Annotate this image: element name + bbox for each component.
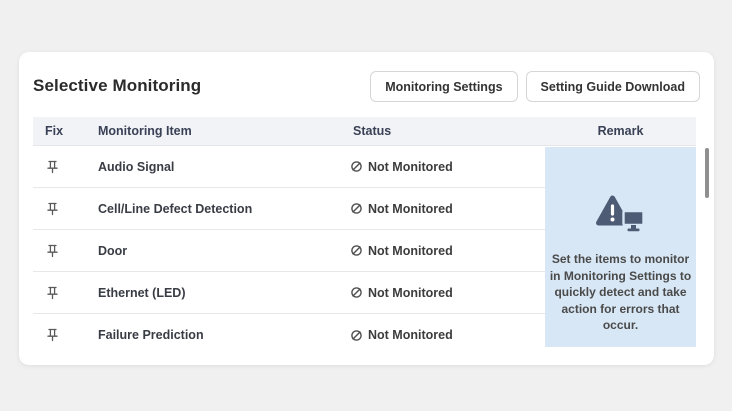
selective-monitoring-card: Selective Monitoring Monitoring Settings… xyxy=(19,52,714,365)
push-pin-icon[interactable] xyxy=(44,285,60,301)
status-label: Not Monitored xyxy=(368,286,453,300)
not-monitored-icon xyxy=(350,244,363,257)
not-monitored-icon xyxy=(350,286,363,299)
push-pin-icon[interactable] xyxy=(44,243,60,259)
table-row: Cell/Line Defect Detection Not Monitored xyxy=(33,188,545,230)
table-row: Door Not Monitored xyxy=(33,230,545,272)
monitoring-item-label: Cell/Line Defect Detection xyxy=(98,202,252,216)
table-header-row: Fix Monitoring Item Status Remark xyxy=(33,117,696,146)
warning-monitor-icon xyxy=(595,194,647,245)
status-label: Not Monitored xyxy=(368,202,453,216)
table-row: Failure Prediction Not Monitored xyxy=(33,314,545,356)
not-monitored-icon xyxy=(350,329,363,342)
scrollbar-thumb[interactable] xyxy=(705,148,709,198)
column-header-fix: Fix xyxy=(45,117,63,146)
remark-panel: Set the items to monitor in Monitoring S… xyxy=(545,147,696,347)
table-row: Audio Signal Not Monitored xyxy=(33,146,545,188)
setting-guide-download-button[interactable]: Setting Guide Download xyxy=(526,71,700,102)
not-monitored-icon xyxy=(350,202,363,215)
column-header-status: Status xyxy=(353,117,391,146)
monitoring-table: Fix Monitoring Item Status Remark Audio … xyxy=(33,117,696,356)
monitoring-item-label: Ethernet (LED) xyxy=(98,286,186,300)
push-pin-icon[interactable] xyxy=(44,159,60,175)
monitoring-item-label: Door xyxy=(98,244,127,258)
table-row: Ethernet (LED) Not Monitored xyxy=(33,272,545,314)
page-title: Selective Monitoring xyxy=(33,76,201,96)
toolbar: Monitoring Settings Setting Guide Downlo… xyxy=(370,71,700,102)
monitoring-settings-button[interactable]: Monitoring Settings xyxy=(370,71,517,102)
remark-text: Set the items to monitor in Monitoring S… xyxy=(549,251,692,334)
column-header-remark: Remark xyxy=(545,117,696,146)
not-monitored-icon xyxy=(350,160,363,173)
status-label: Not Monitored xyxy=(368,160,453,174)
status-label: Not Monitored xyxy=(368,244,453,258)
column-header-item: Monitoring Item xyxy=(98,117,192,146)
table-body: Audio Signal Not Monitored Cell/Line Def… xyxy=(33,146,545,356)
monitoring-item-label: Failure Prediction xyxy=(98,328,204,342)
status-label: Not Monitored xyxy=(368,328,453,342)
push-pin-icon[interactable] xyxy=(44,327,60,343)
monitoring-item-label: Audio Signal xyxy=(98,160,174,174)
push-pin-icon[interactable] xyxy=(44,201,60,217)
